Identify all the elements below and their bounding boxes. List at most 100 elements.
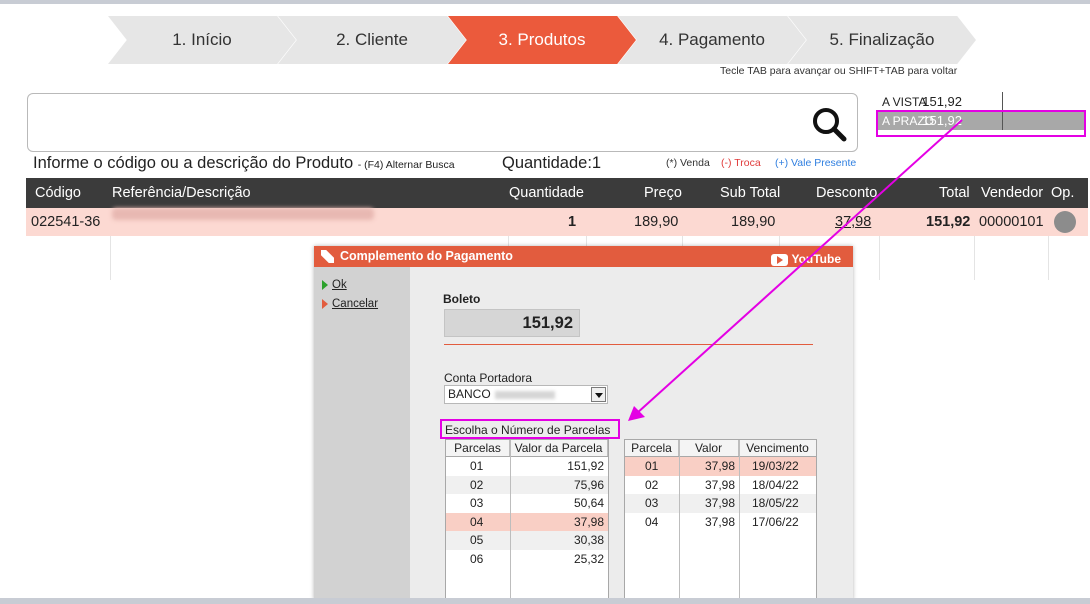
cell-vencimento: 18/05/22: [752, 496, 799, 510]
cell-valor: 37,98: [704, 459, 735, 473]
col-codigo[interactable]: Código: [35, 178, 81, 208]
quantity-indicator: Quantidade:1: [502, 154, 601, 173]
dialog-titlebar: Complemento do Pagamento YouTube: [314, 246, 853, 267]
divider: [1002, 92, 1003, 111]
cancel-label: Cancelar: [332, 297, 379, 310]
cell-vencimento: 17/06/22: [752, 514, 799, 529]
chevron-down-icon[interactable]: [591, 387, 606, 402]
table-row[interactable]: 03 37,98 18/05/22: [625, 494, 816, 513]
table-row[interactable]: 02 37,98 18/04/22: [625, 476, 816, 495]
table-row[interactable]: 02 75,96: [446, 475, 608, 494]
cell-preco: 189,90: [634, 214, 679, 230]
col-op[interactable]: Op.: [1051, 178, 1074, 208]
cell-valor: 151,92: [567, 459, 604, 473]
table-row[interactable]: 022541-36 1 189,90 189,90 37,98 151,92 0…: [26, 208, 1088, 236]
ok-label: Ok: [332, 278, 347, 291]
dialog-actions: Ok Cancelar: [314, 267, 410, 600]
installments-schedule-table: Parcela Valor Vencimento 01 37,98 19/03/22…: [624, 439, 817, 603]
col-subtotal[interactable]: Sub Total: [720, 178, 780, 208]
cell-valor: 25,32: [573, 551, 604, 566]
account-value: BANCO: [448, 387, 491, 401]
price-label: A VISTA: [882, 94, 927, 109]
bottom-border: [0, 598, 1090, 604]
step-label: 4. Pagamento: [659, 30, 765, 49]
col-valor: Valor: [679, 440, 739, 456]
redacted-account: [494, 390, 555, 399]
highlight-box-installments: [440, 419, 620, 439]
cell-parcelas: 04: [470, 514, 484, 529]
col-desconto[interactable]: Desconto: [816, 178, 877, 208]
keyboard-hint: Tecle TAB para avançar ou SHIFT+TAB para…: [720, 65, 958, 77]
cancel-button[interactable]: Cancelar: [314, 294, 410, 313]
cell-quantidade: 1: [568, 214, 577, 230]
ok-button[interactable]: Ok: [314, 275, 410, 294]
cell-codigo: 022541-36: [31, 214, 101, 230]
table-header: Parcela Valor Vencimento: [625, 440, 816, 457]
cell-parcelas: 01: [470, 459, 484, 473]
app-logo-icon: [321, 250, 334, 263]
col-total[interactable]: Total: [939, 178, 970, 208]
cell-vencimento: 19/03/22: [752, 459, 799, 473]
table-row[interactable]: 01 151,92: [446, 457, 608, 476]
cell-vencimento: 18/04/22: [752, 477, 799, 492]
cell-valor: 37,98: [573, 514, 604, 529]
table-row[interactable]: 04 37,98: [446, 512, 608, 531]
col-preco[interactable]: Preço: [644, 178, 682, 208]
divider: [739, 440, 740, 602]
cell-parcela: 03: [645, 496, 659, 510]
play-icon: [322, 279, 328, 290]
cell-valor: 50,64: [573, 496, 604, 510]
col-quantidade[interactable]: Quantidade: [509, 178, 584, 208]
product-hint: Informe o código ou a descrição do Produ…: [33, 154, 455, 173]
step-pagamento[interactable]: 4. Pagamento: [618, 16, 806, 64]
alt-search-hint: - (F4) Alternar Busca: [357, 159, 455, 171]
cell-valor: 75,96: [573, 477, 604, 492]
cell-parcelas: 02: [470, 477, 484, 492]
cell-valor: 37,98: [704, 477, 735, 492]
cell-parcela: 01: [645, 459, 659, 473]
cell-parcela: 04: [645, 514, 659, 529]
dialog-title: Complemento do Pagamento: [340, 249, 513, 263]
step-produtos[interactable]: 3. Produtos: [448, 16, 636, 64]
col-descricao[interactable]: Referência/Descrição: [112, 178, 251, 208]
col-vendedor[interactable]: Vendedor: [981, 178, 1043, 208]
grid-header: Código Referência/Descrição Quantidade P…: [26, 178, 1088, 208]
step-label: 3. Produtos: [498, 30, 586, 49]
cell-desconto[interactable]: 37,98: [835, 208, 871, 236]
table-row[interactable]: 05 30,38: [446, 531, 608, 550]
cell-parcela: 02: [645, 477, 659, 492]
table-header: Parcelas Valor da Parcela: [446, 440, 608, 457]
col-parcelas: Parcelas: [446, 440, 510, 456]
installments-count-table: Parcelas Valor da Parcela 01 151,92 02 75,…: [445, 439, 609, 603]
legend-vale: (+) Vale Presente: [775, 157, 857, 169]
cell-subtotal: 189,90: [731, 214, 776, 230]
product-hint-text: Informe o código ou a descrição do Produ…: [33, 154, 354, 172]
search-icon[interactable]: [811, 106, 847, 142]
table-row[interactable]: 03 50,64: [446, 494, 608, 513]
quantity-label: Quantidade:: [502, 154, 592, 172]
highlight-box-aprazo: [876, 110, 1086, 137]
payment-amount: 151,92: [444, 309, 580, 337]
cell-parcelas: 03: [470, 496, 484, 510]
divider: [444, 344, 813, 345]
cell-total: 151,92: [926, 214, 971, 230]
step-finalizacao[interactable]: 5. Finalização: [788, 16, 976, 64]
row-options-button[interactable]: [1054, 211, 1076, 233]
table-row[interactable]: 01 37,98 19/03/22: [625, 457, 816, 476]
wizard-steps: 1. Início 2. Cliente 3. Produtos 4. Paga…: [108, 16, 978, 64]
price-row-avista[interactable]: A VISTA 151,92: [876, 92, 1084, 111]
top-border: [0, 0, 1090, 4]
table-row[interactable]: 04 37,98 17/06/22: [625, 513, 816, 532]
step-inicio[interactable]: 1. Início: [108, 16, 296, 64]
redacted-description: [112, 208, 374, 220]
table-row[interactable]: 06 25,32: [446, 550, 608, 569]
col-vencimento: Vencimento: [746, 441, 809, 455]
step-label: 1. Início: [172, 30, 232, 49]
product-search-input[interactable]: [27, 93, 858, 152]
step-cliente[interactable]: 2. Cliente: [278, 16, 466, 64]
payment-method-label: Boleto: [443, 292, 481, 306]
account-select[interactable]: BANCO: [444, 385, 608, 404]
cell-valor: 37,98: [704, 496, 735, 510]
cell-parcelas: 06: [470, 551, 484, 566]
legend-troca: (-) Troca: [721, 157, 761, 169]
